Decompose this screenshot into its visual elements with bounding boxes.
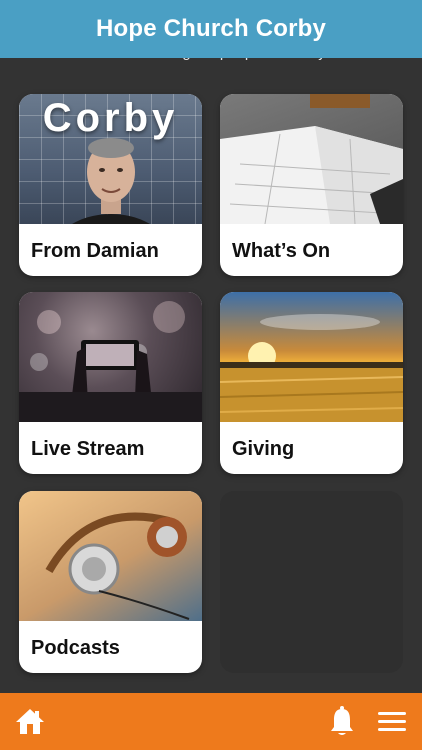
concert-photo-icon — [19, 292, 202, 422]
empty-tile — [220, 491, 403, 673]
calendar-photo-icon — [220, 94, 403, 224]
tile-whats-on[interactable]: What’s On — [220, 94, 403, 276]
menu-grid: Corby From Damian What’s On Live Stream … — [0, 0, 422, 750]
headphones-photo-icon — [19, 491, 202, 621]
app-title: Hope Church Corby — [95, 15, 327, 42]
tile-podcasts[interactable]: Podcasts — [19, 491, 202, 673]
bell-icon[interactable] — [329, 705, 355, 737]
app-header: Hope Church Corby — [0, 0, 422, 58]
tile-label: Giving — [232, 438, 295, 460]
portrait-photo-icon: Corby — [19, 94, 202, 224]
home-icon[interactable] — [14, 705, 46, 737]
tile-label: Live Stream — [31, 438, 145, 460]
tile-label: Podcasts — [31, 637, 120, 659]
tile-label: From Damian — [31, 240, 159, 262]
tile-from-damian[interactable]: Corby From Damian — [19, 94, 202, 276]
bottom-bar — [0, 693, 422, 750]
tile-live-stream[interactable]: Live Stream — [19, 292, 202, 474]
wheat-field-photo-icon — [220, 292, 403, 422]
menu-icon[interactable] — [378, 709, 406, 733]
tile-giving[interactable]: Giving — [220, 292, 403, 474]
tile-label: What’s On — [232, 240, 331, 262]
